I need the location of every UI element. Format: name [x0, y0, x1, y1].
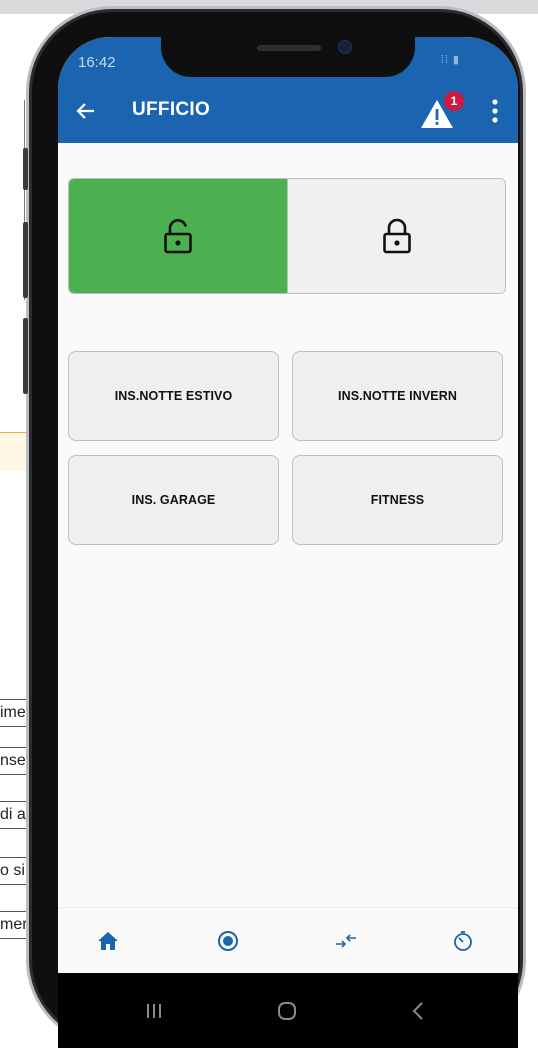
arrow-left-icon [76, 103, 94, 119]
phone-side-button [23, 148, 28, 190]
page-title: UFFICIO [132, 99, 211, 120]
scenario-button-ins-garage[interactable]: INS. GARAGE [68, 455, 279, 545]
alert-count-badge: 1 [444, 91, 464, 111]
alerts-button[interactable]: 1 [420, 91, 464, 131]
nav-zones[interactable] [203, 918, 253, 964]
chevron-left-icon [412, 1002, 423, 1020]
home-circle-icon [278, 1002, 296, 1020]
disarm-button[interactable] [69, 179, 287, 293]
nav-home[interactable] [83, 918, 133, 964]
phone-side-button [23, 318, 28, 394]
back-button[interactable] [66, 91, 106, 131]
lock-closed-icon [383, 218, 411, 254]
lock-open-icon [164, 219, 192, 254]
app-bar: UFFICIO 1 [58, 79, 518, 143]
scenario-button-fitness[interactable]: FITNESS [292, 455, 503, 545]
home-system-button[interactable] [257, 991, 317, 1031]
status-time: 16:42 [78, 54, 116, 71]
phone-side-button [23, 222, 28, 298]
bottom-navigation [58, 907, 518, 974]
back-system-button[interactable] [388, 991, 448, 1031]
phone-speaker [257, 45, 321, 51]
home-icon [98, 932, 118, 950]
system-navigation-bar [58, 973, 518, 1048]
phone-notch [161, 37, 415, 77]
radio-button-icon [218, 931, 238, 951]
signal-battery-icon: ⁞⁞ ▮ [440, 54, 460, 66]
app-screen: 16:42 ⁞⁞ ▮ UFFICIO 1 INS.NOTTE ESTIVO IN… [58, 37, 518, 1048]
nav-timers[interactable] [438, 918, 488, 964]
recent-apps-icon [147, 1004, 161, 1018]
scenario-button-ins-notte-estivo[interactable]: INS.NOTTE ESTIVO [68, 351, 279, 441]
timer-icon [454, 931, 472, 951]
swap-arrows-icon [336, 934, 356, 948]
overflow-menu-button[interactable] [480, 91, 510, 131]
arm-button[interactable] [287, 179, 505, 293]
recent-apps-button[interactable] [124, 991, 184, 1031]
more-vert-icon [492, 99, 498, 123]
phone-camera [338, 40, 352, 54]
arm-disarm-panel [68, 178, 506, 294]
scenario-button-ins-notte-invern[interactable]: INS.NOTTE INVERN [292, 351, 503, 441]
nav-outputs[interactable] [321, 918, 371, 964]
